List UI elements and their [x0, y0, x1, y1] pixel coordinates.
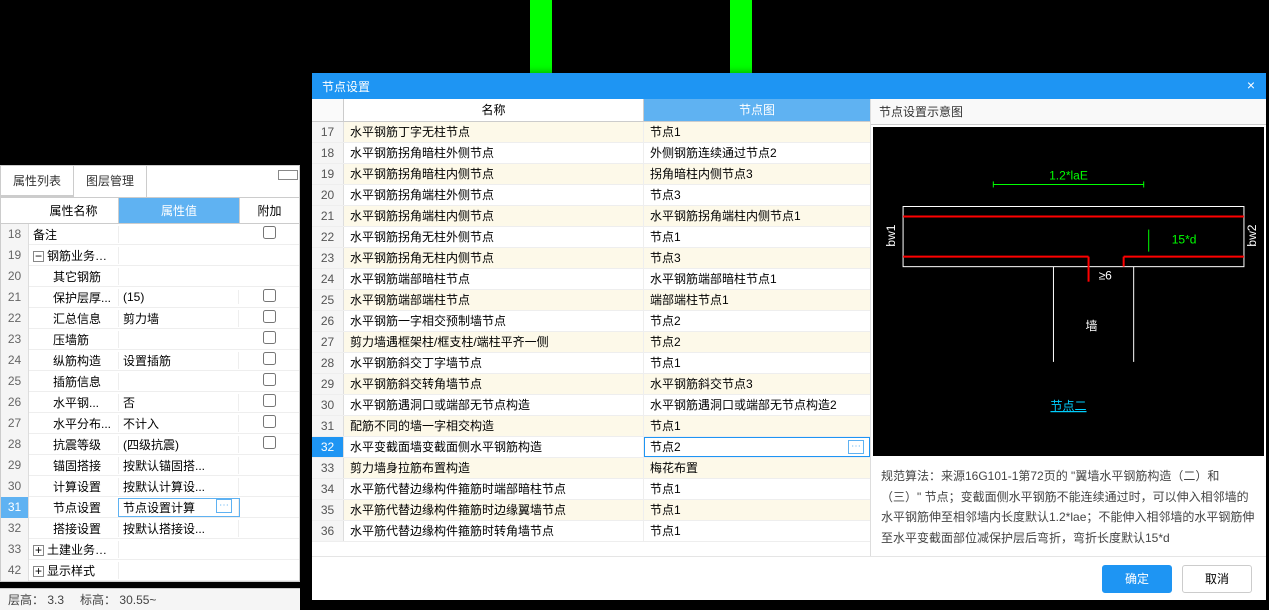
extra-checkbox[interactable]	[263, 415, 276, 428]
table-row[interactable]: 32水平变截面墙变截面侧水平钢筋构造节点2⋯	[312, 437, 870, 458]
table-row[interactable]: 25水平钢筋端部端柱节点端部端柱节点1	[312, 290, 870, 311]
extra-checkbox[interactable]	[263, 436, 276, 449]
tab-properties[interactable]: 属性列表	[1, 166, 74, 197]
node-diagram: 1.2*laE 15*d ≥6	[873, 127, 1264, 456]
info-pane: 节点设置示意图 1.2*laE 15*d	[871, 99, 1266, 556]
prop-row[interactable]: 25插筋信息	[1, 371, 299, 392]
table-row[interactable]: 20水平钢筋拐角端柱外侧节点节点3	[312, 185, 870, 206]
table-row[interactable]: 19水平钢筋拐角暗柱内侧节点拐角暗柱内侧节点3	[312, 164, 870, 185]
table-row[interactable]: 26水平钢筋一字相交预制墙节点节点2	[312, 311, 870, 332]
node-settings-dialog: 节点设置 × 名称 节点图 17水平钢筋丁字无柱节点节点118水平钢筋拐角暗柱外…	[312, 73, 1266, 600]
svg-text:1.2*laE: 1.2*laE	[1049, 168, 1088, 182]
info-title: 节点设置示意图	[871, 99, 1266, 125]
ok-button[interactable]: 确定	[1102, 565, 1172, 593]
prop-header-name: 属性名称	[29, 198, 119, 223]
table-row[interactable]: 30水平钢筋遇洞口或端部无节点构造水平钢筋遇洞口或端部无节点构造2	[312, 395, 870, 416]
prop-row[interactable]: 27水平分布...不计入	[1, 413, 299, 434]
svg-text:15*d: 15*d	[1172, 233, 1197, 247]
panel-collapse-handle[interactable]	[278, 170, 298, 180]
dialog-titlebar[interactable]: 节点设置 ×	[312, 73, 1266, 99]
table-row[interactable]: 24水平钢筋端部暗柱节点水平钢筋端部暗柱节点1	[312, 269, 870, 290]
table-row[interactable]: 34水平筋代替边缘构件箍筋时端部暗柱节点节点1	[312, 479, 870, 500]
table-row[interactable]: 23水平钢筋拐角无柱内侧节点节点3	[312, 248, 870, 269]
svg-text:bw1: bw1	[884, 224, 898, 246]
table-row[interactable]: 21水平钢筋拐角端柱内侧节点水平钢筋拐角端柱内侧节点1	[312, 206, 870, 227]
close-icon[interactable]: ×	[1242, 77, 1260, 95]
prop-row[interactable]: 30计算设置按默认计算设...	[1, 476, 299, 497]
table-row[interactable]: 29水平钢筋斜交转角墙节点水平钢筋斜交节点3	[312, 374, 870, 395]
table-row[interactable]: 33剪力墙身拉筋布置构造梅花布置	[312, 458, 870, 479]
extra-checkbox[interactable]	[263, 394, 276, 407]
extra-checkbox[interactable]	[263, 310, 276, 323]
svg-text:节点二: 节点二	[1050, 399, 1086, 413]
prop-header-extra: 附加	[239, 198, 299, 223]
prop-row[interactable]: 33+土建业务属性	[1, 539, 299, 560]
prop-row[interactable]: 29锚固搭接按默认锚固搭...	[1, 455, 299, 476]
svg-text:墙: 墙	[1086, 319, 1098, 333]
table-row[interactable]: 17水平钢筋丁字无柱节点节点1	[312, 122, 870, 143]
table-row[interactable]: 36水平筋代替边缘构件箍筋时转角墙节点节点1	[312, 521, 870, 542]
prop-row[interactable]: 28抗震等级(四级抗震)	[1, 434, 299, 455]
extra-checkbox[interactable]	[263, 226, 276, 239]
table-row[interactable]: 35水平筋代替边缘构件箍筋时边缘翼墙节点节点1	[312, 500, 870, 521]
extra-checkbox[interactable]	[263, 331, 276, 344]
prop-row[interactable]: 42+显示样式	[1, 560, 299, 581]
cancel-button[interactable]: 取消	[1182, 565, 1252, 593]
more-icon[interactable]: ⋯	[848, 440, 864, 454]
prop-header-value[interactable]: 属性值	[119, 198, 239, 223]
svg-text:bw2: bw2	[1245, 224, 1259, 246]
prop-row[interactable]: 23压墙筋	[1, 329, 299, 350]
svg-text:≥6: ≥6	[1099, 269, 1113, 283]
properties-panel: 属性列表 图层管理 属性名称 属性值 附加 18备注19−钢筋业务属性20其它钢…	[0, 165, 300, 582]
extra-checkbox[interactable]	[263, 352, 276, 365]
table-row[interactable]: 27剪力墙遇框架柱/框支柱/端柱平齐一侧节点2	[312, 332, 870, 353]
table-row[interactable]: 18水平钢筋拐角暗柱外侧节点外侧钢筋连续通过节点2	[312, 143, 870, 164]
table-row[interactable]: 22水平钢筋拐角无柱外侧节点节点1	[312, 227, 870, 248]
prop-row[interactable]: 18备注	[1, 224, 299, 245]
extra-checkbox[interactable]	[263, 289, 276, 302]
prop-row[interactable]: 32搭接设置按默认搭接设...	[1, 518, 299, 539]
more-icon[interactable]: ⋯	[216, 499, 232, 513]
node-table: 名称 节点图 17水平钢筋丁字无柱节点节点118水平钢筋拐角暗柱外侧节点外侧钢筋…	[312, 99, 871, 556]
algorithm-note: 规范算法：来源16G101-1第72页的 "翼墙水平钢筋构造（二）和（三）" 节…	[871, 458, 1266, 556]
prop-row[interactable]: 20其它钢筋	[1, 266, 299, 287]
prop-row[interactable]: 21保护层厚...(15)	[1, 287, 299, 308]
status-bar: 层高： 3.3 标高： 30.55~	[0, 588, 300, 610]
extra-checkbox[interactable]	[263, 373, 276, 386]
col-node-image[interactable]: 节点图	[644, 99, 870, 121]
prop-row[interactable]: 19−钢筋业务属性	[1, 245, 299, 266]
dialog-title-text: 节点设置	[322, 78, 370, 95]
prop-row[interactable]: 22汇总信息剪力墙	[1, 308, 299, 329]
prop-row[interactable]: 31节点设置节点设置计算⋯	[1, 497, 299, 518]
table-row[interactable]: 28水平钢筋斜交丁字墙节点节点1	[312, 353, 870, 374]
table-row[interactable]: 31配筋不同的墙一字相交构造节点1	[312, 416, 870, 437]
col-name[interactable]: 名称	[344, 99, 644, 121]
prop-row[interactable]: 24纵筋构造设置插筋	[1, 350, 299, 371]
tab-layers[interactable]: 图层管理	[74, 166, 147, 197]
prop-row[interactable]: 26水平钢...否	[1, 392, 299, 413]
